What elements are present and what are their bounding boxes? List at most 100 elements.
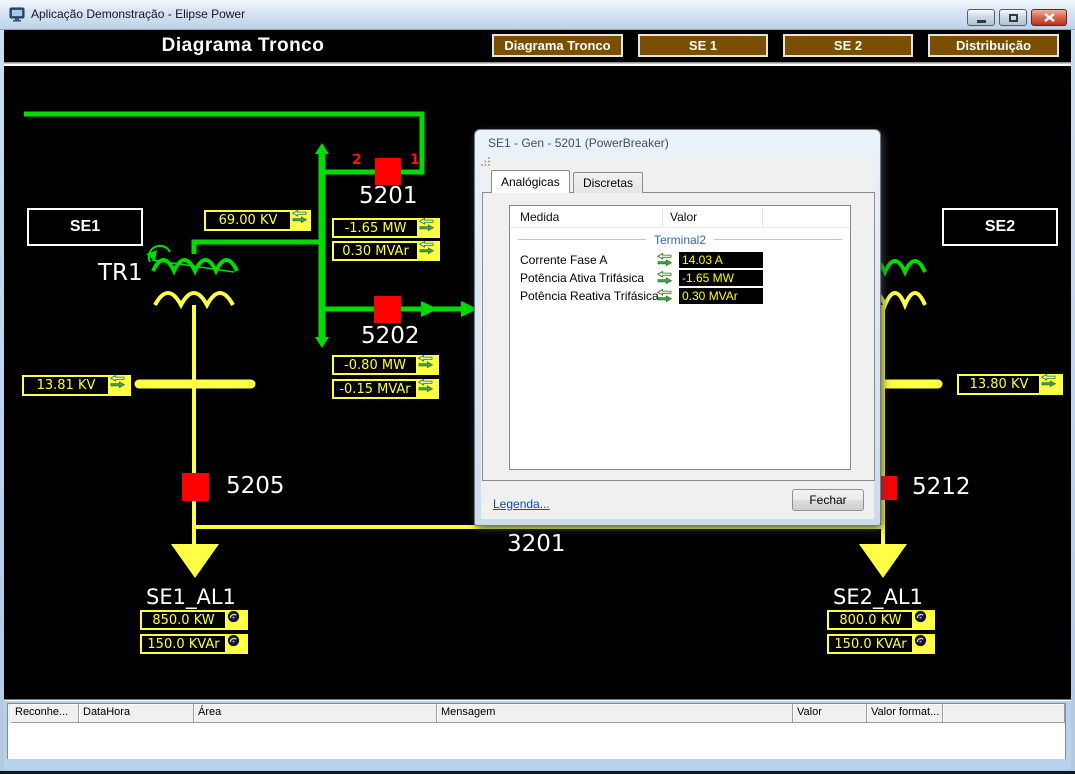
measure-value: 14.03 A xyxy=(679,252,763,268)
maximize-button[interactable] xyxy=(999,9,1027,26)
measure-label: Potência Reativa Trifásica xyxy=(520,289,659,303)
measurement-mw-5201-transfer-button[interactable] xyxy=(419,218,440,238)
transformer-label-tr1: TR1 xyxy=(98,260,143,286)
measurement-mvar-5202-transfer-button[interactable] xyxy=(418,379,439,399)
minimize-icon xyxy=(977,20,986,23)
measure-label: Potência Ativa Trifásica xyxy=(520,271,644,285)
measurement-kv-se2: 13.80 KV xyxy=(957,374,1041,395)
station-label-se2: SE2 xyxy=(985,218,1015,236)
nav-button-distribuicao[interactable]: Distribuição xyxy=(928,34,1059,57)
measurement-mw-5201: -1.65 MW xyxy=(332,218,419,238)
measurement-69kv-transfer-button[interactable] xyxy=(292,210,311,231)
feeder-arrow-se2-al1 xyxy=(859,544,907,578)
app-icon xyxy=(9,7,26,23)
measure-label: Corrente Fase A xyxy=(520,253,607,267)
transfer-icon xyxy=(657,289,673,303)
hv-line-69kv xyxy=(24,114,422,172)
maximize-icon xyxy=(1009,14,1018,22)
app-header: Diagrama Tronco Diagrama Tronco SE 1 SE … xyxy=(4,30,1071,62)
breaker-5201[interactable] xyxy=(375,158,401,185)
transfer-icon xyxy=(657,253,673,267)
alarm-column-valor-formatado[interactable]: Valor format... xyxy=(867,704,943,723)
feeder-se2-kvar: 150.0 KVAr xyxy=(827,634,914,654)
window-content: Diagrama Tronco Diagrama Tronco SE 1 SE … xyxy=(4,30,1071,770)
window-titlebar[interactable]: Aplicação Demonstração - Elipse Power xyxy=(0,0,1075,30)
measure-row: Corrente Fase A 14.03 A xyxy=(510,251,850,269)
measurement-mvar-5201: 0.30 MVAr xyxy=(332,241,419,261)
alarm-column-reconhecimento[interactable]: Reconhe... xyxy=(11,704,79,723)
feeder-se2-kw: 800.0 KW xyxy=(827,610,914,630)
tab-discretas[interactable]: Discretas xyxy=(573,172,643,193)
breaker-label-5201: 5201 xyxy=(359,183,418,209)
feeder-label-se2-al1: SE2_AL1 xyxy=(833,584,923,610)
breaker-label-3201: 3201 xyxy=(507,531,566,557)
close-icon xyxy=(1044,13,1055,22)
alarm-column-filler xyxy=(943,704,1065,723)
column-divider xyxy=(662,208,663,226)
transfer-icon xyxy=(657,271,673,285)
application-window: Aplicação Demonstração - Elipse Power Di… xyxy=(0,0,1075,774)
alarm-column-mensagem[interactable]: Mensagem xyxy=(437,704,793,723)
dialog-body: Analógicas Discretas Medida Valor xyxy=(481,156,874,519)
feeder-se2-kw-gauge-button[interactable] xyxy=(914,610,935,630)
measure-row: Potência Reativa Trifásica 0.30 MVAr xyxy=(510,287,850,305)
nav-button-se1[interactable]: SE 1 xyxy=(638,34,768,57)
flow-arrow-icon xyxy=(421,301,438,317)
breaker-5202[interactable] xyxy=(374,296,401,323)
alarm-table: Reconhe... DataHora Área Mensagem Valor … xyxy=(7,703,1066,759)
measures-list-header: Medida Valor xyxy=(510,206,850,228)
group-line xyxy=(518,239,646,240)
resize-grip[interactable] xyxy=(481,156,491,166)
nav-button-se2[interactable]: SE 2 xyxy=(783,34,913,57)
column-divider xyxy=(762,208,763,226)
column-header-medida[interactable]: Medida xyxy=(520,210,559,224)
tab-analogicas[interactable]: Analógicas xyxy=(491,170,570,193)
measurement-mw-5202: -0.80 MW xyxy=(332,355,418,375)
nav-button-diagrama-tronco[interactable]: Diagrama Tronco xyxy=(492,34,623,57)
column-header-valor[interactable]: Valor xyxy=(670,210,697,224)
measure-row: Potência Ativa Trifásica -1.65 MW xyxy=(510,269,850,287)
alarm-column-valor[interactable]: Valor xyxy=(793,704,867,723)
station-box-se2[interactable]: SE2 xyxy=(942,208,1058,246)
measurement-69kv: 69.00 KV xyxy=(204,210,292,231)
group-label: Terminal2 xyxy=(654,233,706,247)
ltc-arrowhead-icon xyxy=(146,250,157,261)
breaker-label-5205: 5205 xyxy=(226,473,285,499)
measure-value: 0.30 MVAr xyxy=(679,288,763,304)
terminal-marker-1: 1 xyxy=(410,153,420,167)
feeder-label-se1-al1: SE1_AL1 xyxy=(146,584,236,610)
measurement-kv-se2-transfer-button[interactable] xyxy=(1041,374,1063,395)
station-box-se1[interactable]: SE1 xyxy=(27,208,143,246)
station-label-se1: SE1 xyxy=(70,218,100,236)
feeder-se1-kvar: 150.0 KVAr xyxy=(140,634,227,654)
measurement-mvar-5201-transfer-button[interactable] xyxy=(419,241,440,261)
alarm-column-area[interactable]: Área xyxy=(194,704,437,723)
tr1-secondary-winding[interactable] xyxy=(155,293,233,305)
feeder-se1-kvar-gauge-button[interactable] xyxy=(227,634,248,654)
feeder-se2-kvar-gauge-button[interactable] xyxy=(914,634,935,654)
bus-arrow-up-icon xyxy=(315,143,329,154)
measurement-kv-se1: 13.81 KV xyxy=(22,375,110,396)
dialog-close-button[interactable]: Fechar xyxy=(792,489,864,511)
minimize-button[interactable] xyxy=(967,9,995,26)
feeder-arrow-se1-al1 xyxy=(171,544,219,578)
legend-link[interactable]: Legenda... xyxy=(493,497,550,511)
breaker-5205[interactable] xyxy=(182,473,209,501)
alarm-column-datahora[interactable]: DataHora xyxy=(79,704,194,723)
measurement-mw-5202-transfer-button[interactable] xyxy=(418,355,439,375)
close-button[interactable] xyxy=(1031,9,1067,26)
measures-list[interactable]: Medida Valor Terminal2 C xyxy=(509,205,851,470)
feeder-se1-kw: 850.0 KW xyxy=(140,610,227,630)
diagram-canvas: SE1 SE2 2 1 5201 5202 5205 5212 3201 TR1… xyxy=(4,66,1071,699)
tab-panel-analogicas: Medida Valor Terminal2 C xyxy=(482,192,875,481)
terminal-marker-2: 2 xyxy=(352,153,362,167)
window-title: Aplicação Demonstração - Elipse Power xyxy=(31,7,245,21)
feeder-se1-kw-gauge-button[interactable] xyxy=(227,610,248,630)
measurement-kv-se1-transfer-button[interactable] xyxy=(110,375,131,396)
group-row-terminal2: Terminal2 xyxy=(510,228,850,251)
alarm-table-body[interactable] xyxy=(8,723,1065,759)
measure-value: -1.65 MW xyxy=(679,270,763,286)
alarm-panel: Reconhe... DataHora Área Mensagem Valor … xyxy=(4,699,1071,770)
dialog-titlebar[interactable]: SE1 - Gen - 5201 (PowerBreaker) xyxy=(475,130,880,156)
breaker-label-5212: 5212 xyxy=(912,474,971,500)
